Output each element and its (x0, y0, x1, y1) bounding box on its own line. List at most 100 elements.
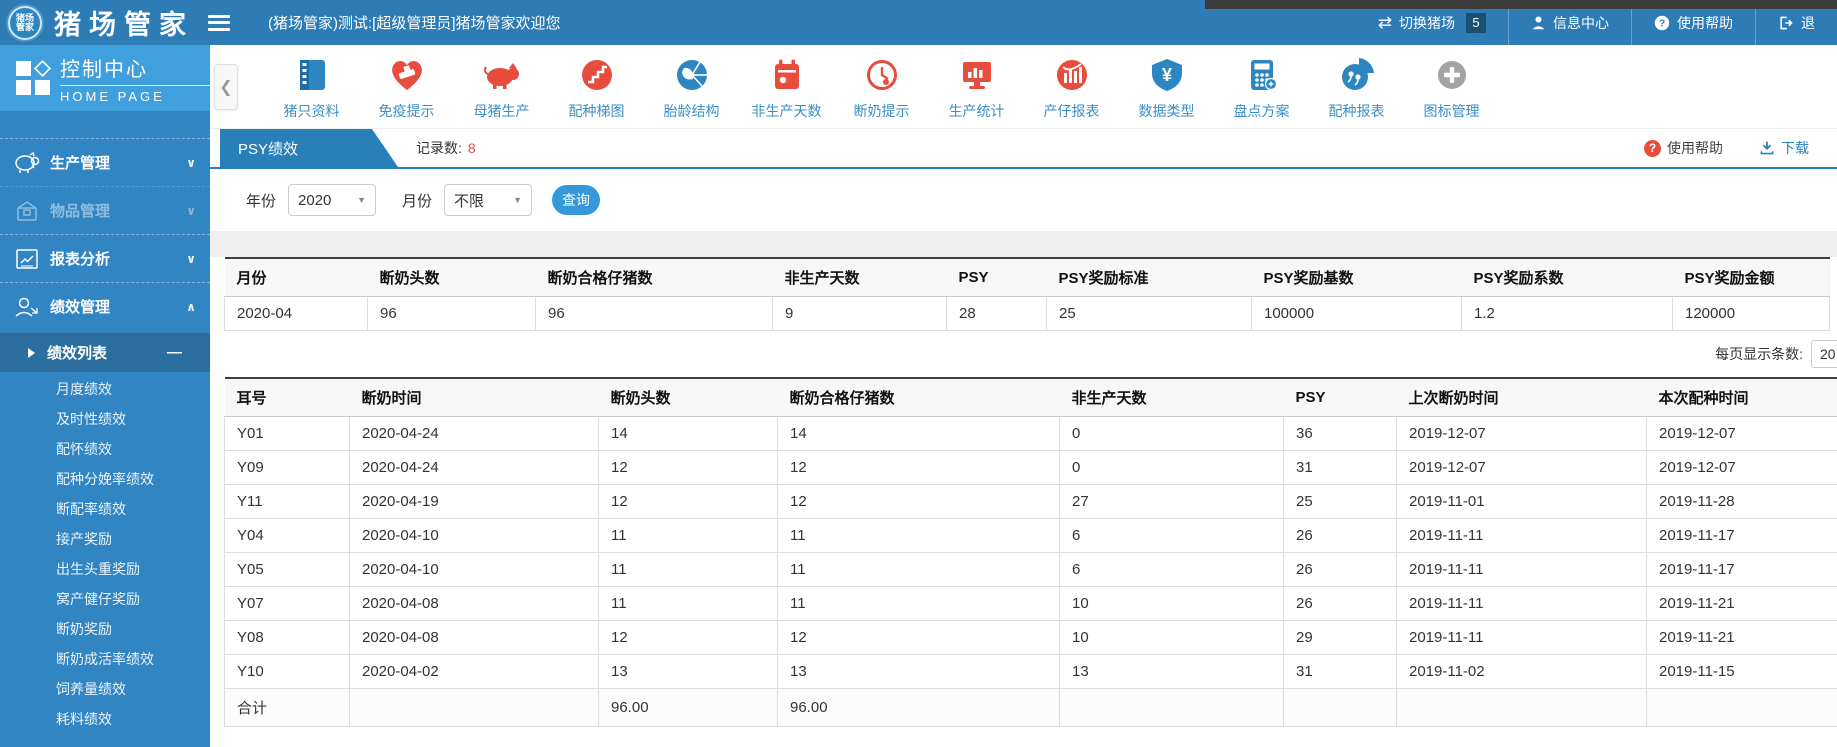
submenu-item[interactable]: 耗料绩效 (0, 704, 210, 734)
submenu-item[interactable]: 断奶奖励 (0, 614, 210, 644)
table-cell: 96.00 (598, 688, 778, 727)
shortcut-production-stats[interactable]: 生产统计 (929, 53, 1024, 121)
sidebar-item-reports[interactable]: 报表分析 ∨ (0, 234, 210, 282)
shortcut-weaning-reminder[interactable]: 断奶提示 (834, 53, 929, 121)
table-cell: 2019-11-21 (1646, 620, 1837, 655)
sidebar-item-performance[interactable]: 绩效管理 ∧ (0, 282, 210, 330)
download-link[interactable]: 下载 (1759, 138, 1809, 158)
sidebar-item-label: 生产管理 (50, 155, 111, 172)
logout-icon (1780, 16, 1793, 29)
table-row: Y08 2020-04-08 12 12 10 29 2019-11-11 2019-11-2… (224, 620, 1837, 655)
download-icon (1760, 141, 1774, 155)
brand-title: 猪场管家 (54, 10, 194, 41)
message-center-label: 信息中心 (1553, 14, 1609, 31)
notebook-icon (290, 53, 334, 97)
submenu-item[interactable]: 月度绩效 (0, 374, 210, 404)
page-size-input[interactable] (1811, 340, 1837, 368)
sidebar-item-goods[interactable]: 物品管理 ∨ (0, 186, 210, 234)
sidebar-item-label: 报表分析 (50, 251, 111, 268)
table-cell: 2019-12-07 (1396, 416, 1647, 451)
table-cell: 26 (1283, 518, 1397, 553)
shortcut-immunity-reminder[interactable]: 免疫提示 (359, 53, 454, 121)
table-cell: 2019-12-07 (1646, 450, 1837, 485)
table-cell: 合计 (224, 688, 350, 727)
shortcut-breeding-report[interactable]: 配种报表 (1309, 53, 1404, 121)
shortcut-label: 母猪生产 (473, 102, 530, 119)
shortcut-icon-management[interactable]: 图标管理 (1404, 53, 1499, 121)
shortcut-inventory-plan[interactable]: 盘点方案 (1214, 53, 1309, 121)
table-cell: 28 (946, 296, 1047, 331)
month-select[interactable]: 不限 ▼ (444, 184, 533, 216)
chevron-down-icon: ∨ (186, 203, 196, 218)
query-button[interactable]: 查询 (552, 185, 601, 215)
shortcut-breeding-ladder[interactable]: 配种梯图 (549, 53, 644, 121)
submenu-item[interactable]: 断配率绩效 (0, 494, 210, 524)
pig-icon (480, 53, 524, 97)
table-cell: Y01 (224, 416, 350, 451)
submenu-item[interactable]: 饲养量绩效 (0, 674, 210, 704)
table-cell: 12 (777, 620, 1060, 655)
table-cell: 2020-04-08 (349, 586, 599, 621)
logout-label: 退 (1801, 14, 1815, 31)
shortcut-icons: 猪只资料 免疫提示 母猪生产 配种梯图 胎龄结构 非生产天数 断奶提示 生产统计… (264, 53, 1499, 121)
sidebar-header[interactable]: 控制中心 HOME PAGE (0, 45, 1665, 111)
table-cell: 11 (777, 586, 1060, 621)
scroll-left-button[interactable]: ❮ (214, 63, 238, 110)
table-cell: 11 (598, 518, 778, 553)
table-cell: 14 (598, 416, 778, 451)
table-cell: 12 (777, 450, 1060, 485)
page-size-label: 每页显示条数: (1715, 346, 1803, 362)
table-row: Y01 2020-04-24 14 14 0 36 2019-12-07 2019-12-07 (224, 416, 1837, 451)
year-label: 年份 (246, 192, 277, 210)
table-cell: 2019-12-07 (1396, 450, 1647, 485)
table-cell: 96 (535, 296, 773, 331)
help-label: 使用帮助 (1677, 14, 1733, 31)
table-cell: 2020-04-24 (349, 450, 599, 485)
filter-bar: 年份 2020 ▼ 月份 不限 ▼ 查询 (210, 169, 1837, 231)
tab-psy-performance[interactable]: PSY绩效 (220, 129, 398, 167)
table-row: Y09 2020-04-24 12 12 0 31 2019-12-07 2019-12-07 (224, 450, 1837, 485)
money-icon: ¥ (1145, 53, 1189, 97)
app-logo: 猪场 管家 (8, 5, 42, 40)
sidebar-item-production[interactable]: 生产管理 ∨ (0, 138, 210, 186)
shortcut-farrowing-report[interactable]: 产仔报表 (1024, 53, 1119, 121)
submenu-item[interactable]: 窝产健仔奖励 (0, 584, 210, 614)
table-cell: 2019-11-11 (1396, 552, 1647, 587)
shortcut-pig-profile[interactable]: 猪只资料 (264, 53, 359, 121)
shortcut-label: 免疫提示 (378, 102, 435, 119)
shortcut-label: 断奶提示 (853, 102, 910, 119)
chevron-down-icon: ▼ (513, 195, 523, 205)
submenu-item[interactable]: 及时性绩效 (0, 404, 210, 434)
table-cell: 31 (1283, 654, 1397, 689)
shortcut-parity-structure[interactable]: 胎龄结构 (644, 53, 739, 121)
shortcut-label: 胎龄结构 (663, 102, 720, 119)
submenu-item[interactable]: 接产奖励 (0, 524, 210, 554)
table-cell: Y04 (224, 518, 350, 553)
tab-label: PSY绩效 (238, 140, 299, 158)
sidebar: 控制中心 HOME PAGE 生产管理 ∨ 物品管理 ∨ 报表分析 ∨ 绩效管理… (0, 45, 1665, 747)
table-cell: Y11 (224, 484, 350, 519)
farm-count-badge: 5 (1466, 12, 1486, 33)
table-cell: 2019-11-17 (1646, 518, 1837, 553)
table-cell: 2020-04-10 (349, 518, 599, 553)
table-cell: 2019-11-15 (1646, 654, 1837, 689)
shortcut-data-types[interactable]: ¥ 数据类型 (1119, 53, 1214, 121)
sidebar-group-performance-list[interactable]: 绩效列表 — (0, 333, 210, 372)
shortcut-nonproductive-days[interactable]: 非生产天数 (739, 53, 834, 121)
table-cell: 13 (598, 654, 778, 689)
table-cell: 11 (598, 552, 778, 587)
help-link[interactable]: ? 使用帮助 (1644, 138, 1723, 158)
submenu-item[interactable]: 出生头重奖励 (0, 554, 210, 584)
table-cell: 12 (777, 484, 1060, 519)
submenu-item[interactable]: 断奶成活率绩效 (0, 644, 210, 674)
column-header: 耳号 (224, 377, 350, 417)
submenu-item[interactable]: 配怀绩效 (0, 434, 210, 464)
year-select[interactable]: 2020 ▼ (288, 184, 377, 216)
submenu-item[interactable]: 配种分娩率绩效 (0, 464, 210, 494)
table-cell: 2019-11-17 (1646, 552, 1837, 587)
table-cell: 100000 (1251, 296, 1462, 331)
menu-toggle-icon[interactable] (208, 14, 230, 31)
table-cell: 2020-04 (224, 296, 368, 331)
shortcut-sow-production[interactable]: 母猪生产 (454, 53, 549, 121)
column-header: 断奶头数 (598, 377, 778, 417)
